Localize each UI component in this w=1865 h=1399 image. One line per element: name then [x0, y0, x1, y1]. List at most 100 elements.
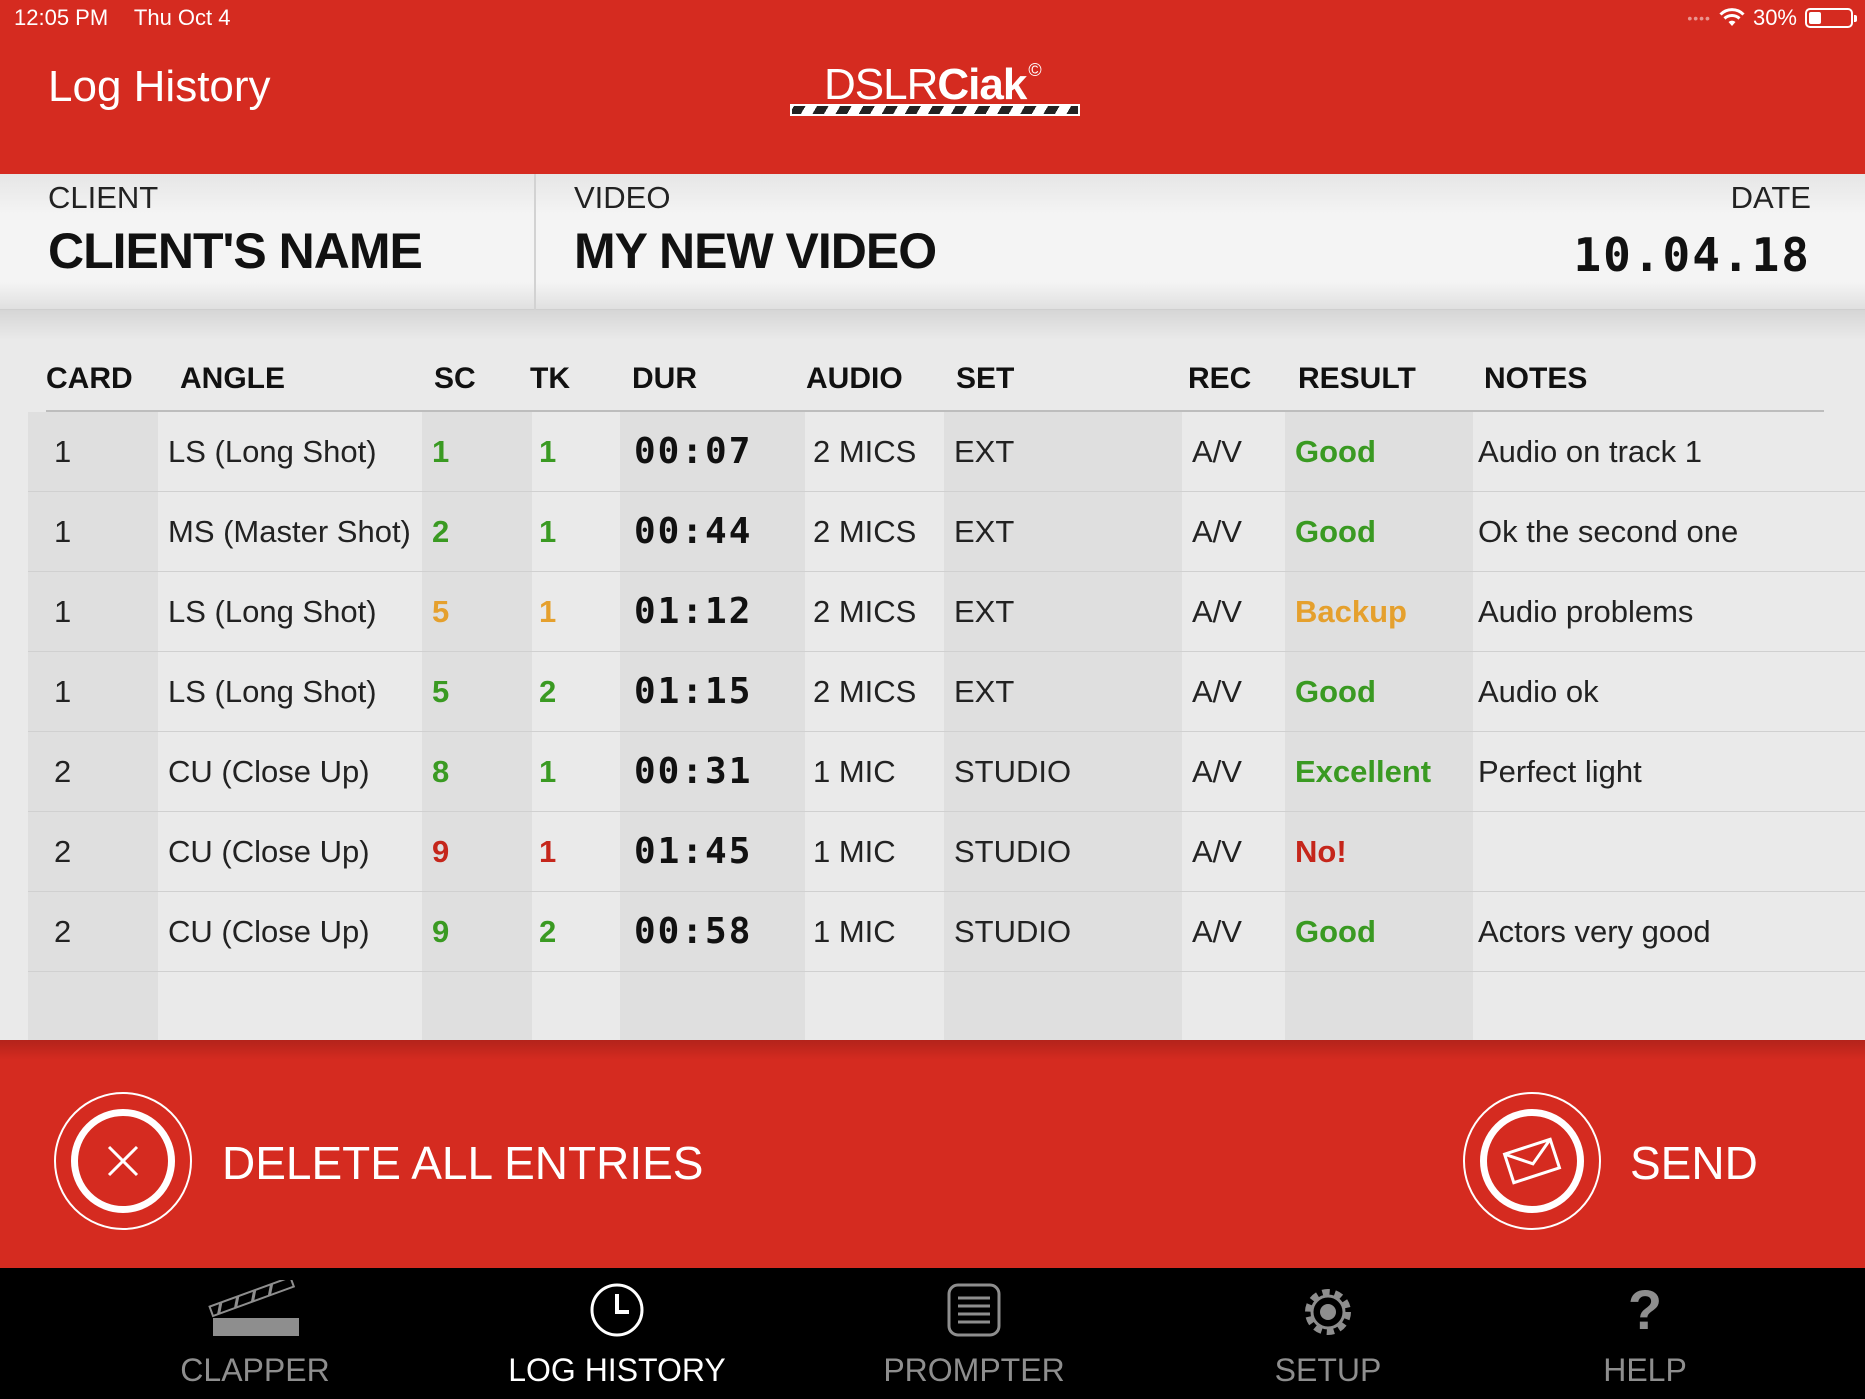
cell-sc: 2 [432, 514, 450, 549]
cell-notes: Audio ok [1478, 674, 1599, 709]
logo-light: DSLR [824, 60, 938, 109]
cell-set: STUDIO [954, 834, 1072, 869]
cell-tk: 1 [539, 434, 557, 469]
cell-card: 1 [54, 674, 72, 709]
table-row[interactable]: 2 CU (Close Up) 9 2 00:58 1 MIC STUDIO A/V Good A… [28, 892, 1865, 972]
logo-clapper-stripe [790, 104, 1080, 116]
header-sc[interactable]: SC [434, 362, 476, 396]
cell-notes: Ok the second one [1478, 514, 1739, 549]
cell-set: EXT [954, 514, 1015, 549]
cell-set: EXT [954, 674, 1015, 709]
logo-bold: Ciak [937, 60, 1027, 109]
prompter-icon [947, 1283, 1001, 1337]
cell-audio: 1 MIC [813, 914, 896, 949]
tab-help[interactable]: ? HELP [1495, 1268, 1795, 1399]
tab-log-history[interactable]: LOG HISTORY [467, 1268, 767, 1399]
cell-notes: Audio on track 1 [1478, 434, 1703, 469]
date-label: DATE [1730, 180, 1811, 215]
cell-dur: 01:45 [634, 831, 753, 872]
header-card[interactable]: CARD [46, 362, 133, 396]
log-table: CARD ANGLE SC TK DUR AUDIO SET REC RESUL… [0, 310, 1865, 1040]
header-dur[interactable]: DUR [632, 362, 697, 396]
cell-dur: 00:58 [634, 911, 753, 952]
page-title: Log History [48, 62, 271, 111]
cell-audio: 2 MICS [813, 514, 917, 549]
cell-audio: 1 MIC [813, 834, 896, 869]
send-label[interactable]: SEND [1630, 1136, 1758, 1190]
header-audio[interactable]: AUDIO [806, 362, 903, 396]
tab-label: PROMPTER [883, 1352, 1065, 1388]
header-notes[interactable]: NOTES [1484, 362, 1587, 396]
cell-audio: 2 MICS [813, 674, 917, 709]
cell-angle: LS (Long Shot) [168, 674, 377, 709]
cell-sc: 5 [432, 674, 450, 709]
cell-card: 2 [54, 754, 72, 789]
cellular-icon: •••• [1687, 10, 1711, 26]
tab-label: LOG HISTORY [508, 1352, 726, 1388]
header-angle[interactable]: ANGLE [180, 362, 285, 396]
cell-tk: 2 [539, 914, 557, 949]
table-row[interactable]: 2 CU (Close Up) 9 1 01:45 1 MIC STUDIO A/V No! [28, 812, 1865, 892]
delete-all-button[interactable] [54, 1092, 192, 1230]
table-row[interactable]: 1 MS (Master Shot) 2 1 00:44 2 MICS EXT A/V Good… [28, 492, 1865, 572]
date-value[interactable]: 10.04.18 [1573, 228, 1811, 282]
cell-sc: 9 [432, 834, 450, 869]
cell-rec: A/V [1192, 594, 1242, 629]
app-root: 12:05 PM Thu Oct 4 •••• 30% Log History … [0, 0, 1865, 1399]
cell-rec: A/V [1192, 834, 1242, 869]
cell-audio: 1 MIC [813, 754, 896, 789]
cell-set: EXT [954, 594, 1015, 629]
cell-result: Good [1295, 514, 1376, 549]
client-label: CLIENT [48, 180, 159, 215]
cell-card: 2 [54, 914, 72, 949]
cell-tk: 1 [539, 594, 557, 629]
table-row[interactable]: 1 LS (Long Shot) 5 1 01:12 2 MICS EXT A/V Backup… [28, 572, 1865, 652]
delete-all-label[interactable]: DELETE ALL ENTRIES [222, 1136, 703, 1190]
cell-angle: CU (Close Up) [168, 834, 370, 869]
cell-set: STUDIO [954, 914, 1072, 949]
cell-dur: 00:31 [634, 751, 753, 792]
cell-result: Good [1295, 674, 1376, 709]
cell-notes: Audio problems [1478, 594, 1694, 629]
header-set[interactable]: SET [956, 362, 1014, 396]
question-icon: ? [1627, 1278, 1663, 1341]
send-button-ring [1480, 1109, 1584, 1213]
cell-audio: 2 MICS [813, 594, 917, 629]
cell-dur: 00:07 [634, 431, 753, 472]
cell-rec: A/V [1192, 914, 1242, 949]
header-result[interactable]: RESULT [1298, 362, 1416, 396]
status-bar-left: 12:05 PM Thu Oct 4 [14, 5, 250, 31]
cell-card: 1 [54, 514, 72, 549]
tab-prompter[interactable]: PROMPTER [824, 1268, 1124, 1399]
table-row[interactable]: 1 LS (Long Shot) 5 2 01:15 2 MICS EXT A/V Good Au… [28, 652, 1865, 732]
cell-angle: LS (Long Shot) [168, 594, 377, 629]
battery-percent: 30% [1752, 5, 1797, 30]
cell-result: Good [1295, 914, 1376, 949]
cell-card: 1 [54, 594, 72, 629]
tab-clapper[interactable]: CLAPPER [105, 1268, 405, 1399]
cell-audio: 2 MICS [813, 434, 917, 469]
cell-sc: 5 [432, 594, 450, 629]
cell-notes: Perfect light [1478, 754, 1642, 789]
info-divider [534, 174, 536, 310]
cell-tk: 1 [539, 514, 557, 549]
table-row[interactable]: 1 LS (Long Shot) 1 1 00:07 2 MICS EXT A/V Good Au… [28, 412, 1865, 492]
tab-setup[interactable]: SETUP [1178, 1268, 1478, 1399]
header-tk[interactable]: TK [530, 362, 570, 396]
send-button[interactable] [1463, 1092, 1601, 1230]
video-name[interactable]: MY NEW VIDEO [574, 222, 937, 280]
tab-label: CLAPPER [180, 1352, 330, 1388]
table-row[interactable]: 2 CU (Close Up) 8 1 00:31 1 MIC STUDIO A/V Excel… [28, 732, 1865, 812]
clock-icon [590, 1283, 644, 1337]
cell-rec: A/V [1192, 434, 1242, 469]
status-bar-right: •••• 30% [1687, 5, 1857, 31]
cell-angle: LS (Long Shot) [168, 434, 377, 469]
status-time: 12:05 PM [14, 5, 109, 30]
cell-angle: MS (Master Shot) [168, 514, 411, 549]
cell-rec: A/V [1192, 754, 1242, 789]
cell-result: No! [1295, 834, 1347, 869]
header: 12:05 PM Thu Oct 4 •••• 30% Log History … [0, 0, 1865, 174]
cell-result: Excellent [1295, 754, 1432, 789]
client-name[interactable]: CLIENT'S NAME [48, 222, 423, 280]
header-rec[interactable]: REC [1188, 362, 1251, 396]
